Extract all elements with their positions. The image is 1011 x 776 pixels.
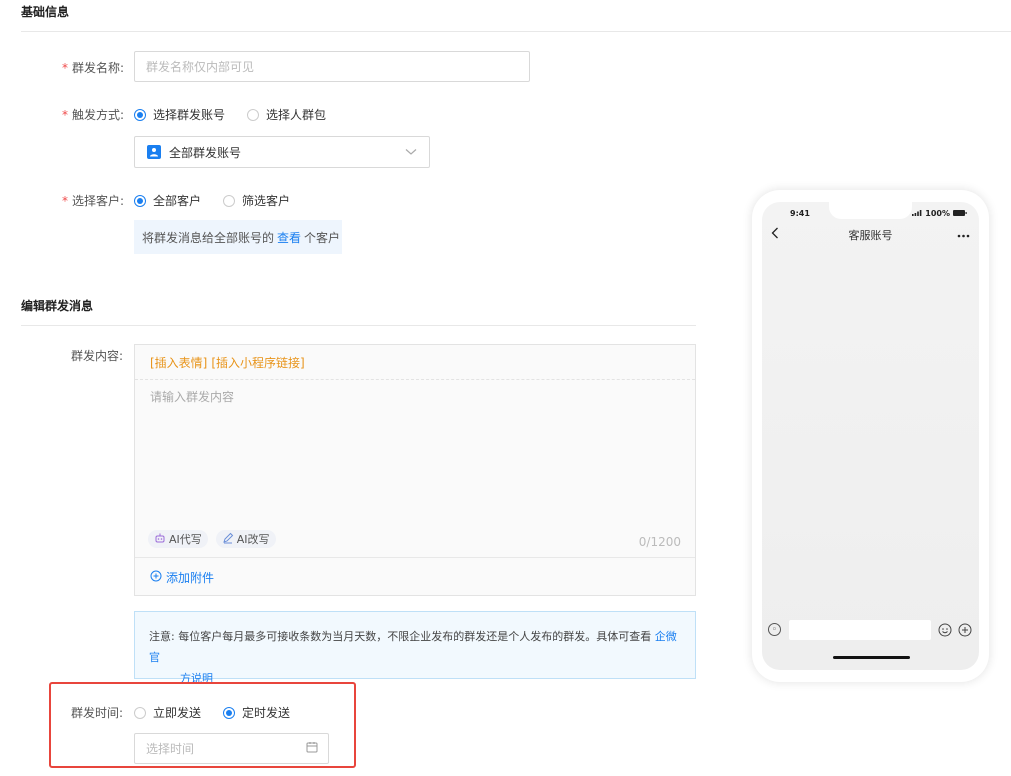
home-indicator (833, 656, 910, 659)
pen-icon (222, 532, 234, 547)
radio-select-crowd[interactable]: 选择人群包 (247, 106, 326, 123)
radio-checked-icon (134, 108, 146, 121)
chat-title: 客服账号 (848, 229, 893, 242)
content-textarea[interactable]: 请输入群发内容 (150, 388, 234, 405)
customer-label: * 选择客户: (62, 194, 125, 208)
time-label: 群发时间: (71, 706, 124, 720)
status-indicators: 100% (912, 209, 967, 218)
radio-checked-icon (134, 194, 146, 207)
broadcast-name-input[interactable]: 群发名称仅内部可见 (134, 51, 530, 82)
section-title-basic: 基础信息 (21, 5, 70, 19)
status-time: 9:41 (790, 209, 810, 218)
radio-checked-icon (223, 706, 236, 719)
radio-filter-customers[interactable]: 筛选客户 (223, 192, 290, 209)
required-mark: * (62, 108, 68, 122)
plus-circle-icon (150, 570, 162, 585)
char-counter: 0/1200 (638, 535, 681, 549)
voice-icon[interactable]: ◦ (768, 623, 781, 636)
required-mark: * (62, 194, 68, 208)
content-label: 群发内容: (71, 349, 124, 363)
radio-unchecked-icon (134, 706, 146, 719)
battery-icon (953, 209, 967, 218)
account-select[interactable]: 全部群发账号 (134, 136, 430, 168)
divider (135, 557, 695, 558)
phone-preview: 9:41 100% 客服账号 ◦ (752, 190, 989, 682)
radio-unchecked-icon (247, 108, 260, 121)
emoji-icon[interactable] (938, 623, 952, 640)
time-radio-group: 立即发送 定时发送 (134, 704, 312, 721)
content-editor: [插入表情] [插入小程序链接] 请输入群发内容 AI代写 AI改写 0/120… (134, 344, 696, 596)
robot-icon (154, 532, 166, 547)
name-label: * 群发名称: (62, 61, 125, 75)
chevron-down-icon (405, 145, 417, 159)
customer-info-box: 将群发消息给全部账号的 查看 个客户 (134, 220, 342, 254)
add-attachment-button[interactable]: 添加附件 (150, 569, 214, 586)
customer-radio-group: 全部客户 筛选客户 (134, 192, 312, 209)
more-icon[interactable] (957, 227, 970, 241)
user-icon (147, 145, 161, 159)
section-title-edit: 编辑群发消息 (21, 299, 94, 313)
divider (21, 325, 696, 326)
trigger-label: * 触发方式: (62, 108, 125, 122)
radio-scheduled[interactable]: 定时发送 (223, 704, 290, 721)
ai-write-button[interactable]: AI代写 (148, 530, 208, 548)
plus-circle-icon[interactable] (958, 623, 972, 640)
radio-all-customers[interactable]: 全部客户 (134, 192, 201, 209)
calendar-icon (306, 741, 318, 756)
schedule-time-picker[interactable]: 选择时间 (134, 733, 329, 764)
insert-miniprogram-button[interactable]: [插入小程序链接] (211, 354, 304, 371)
radio-unchecked-icon (223, 194, 236, 207)
view-customers-link[interactable]: 查看 (277, 229, 301, 246)
ai-actions: AI代写 AI改写 (148, 530, 284, 548)
editor-toolbar: [插入表情] [插入小程序链接] (135, 345, 695, 380)
required-mark: * (62, 61, 68, 75)
ai-rewrite-button[interactable]: AI改写 (215, 530, 276, 548)
phone-screen: 9:41 100% 客服账号 ◦ (762, 202, 979, 670)
divider (21, 31, 1011, 32)
trigger-radio-group: 选择群发账号 选择人群包 (134, 106, 348, 123)
phone-message-input[interactable] (789, 620, 931, 640)
signal-icon (912, 209, 922, 218)
radio-select-account[interactable]: 选择群发账号 (134, 106, 225, 123)
radio-send-now[interactable]: 立即发送 (134, 704, 201, 721)
notice-box: 注意: 每位客户每月最多可接收条数为当月天数，不限企业发布的群发还是个人发布的群… (134, 611, 696, 685)
phone-notch (829, 202, 912, 219)
insert-emoji-button[interactable]: [插入表情] (150, 354, 207, 371)
